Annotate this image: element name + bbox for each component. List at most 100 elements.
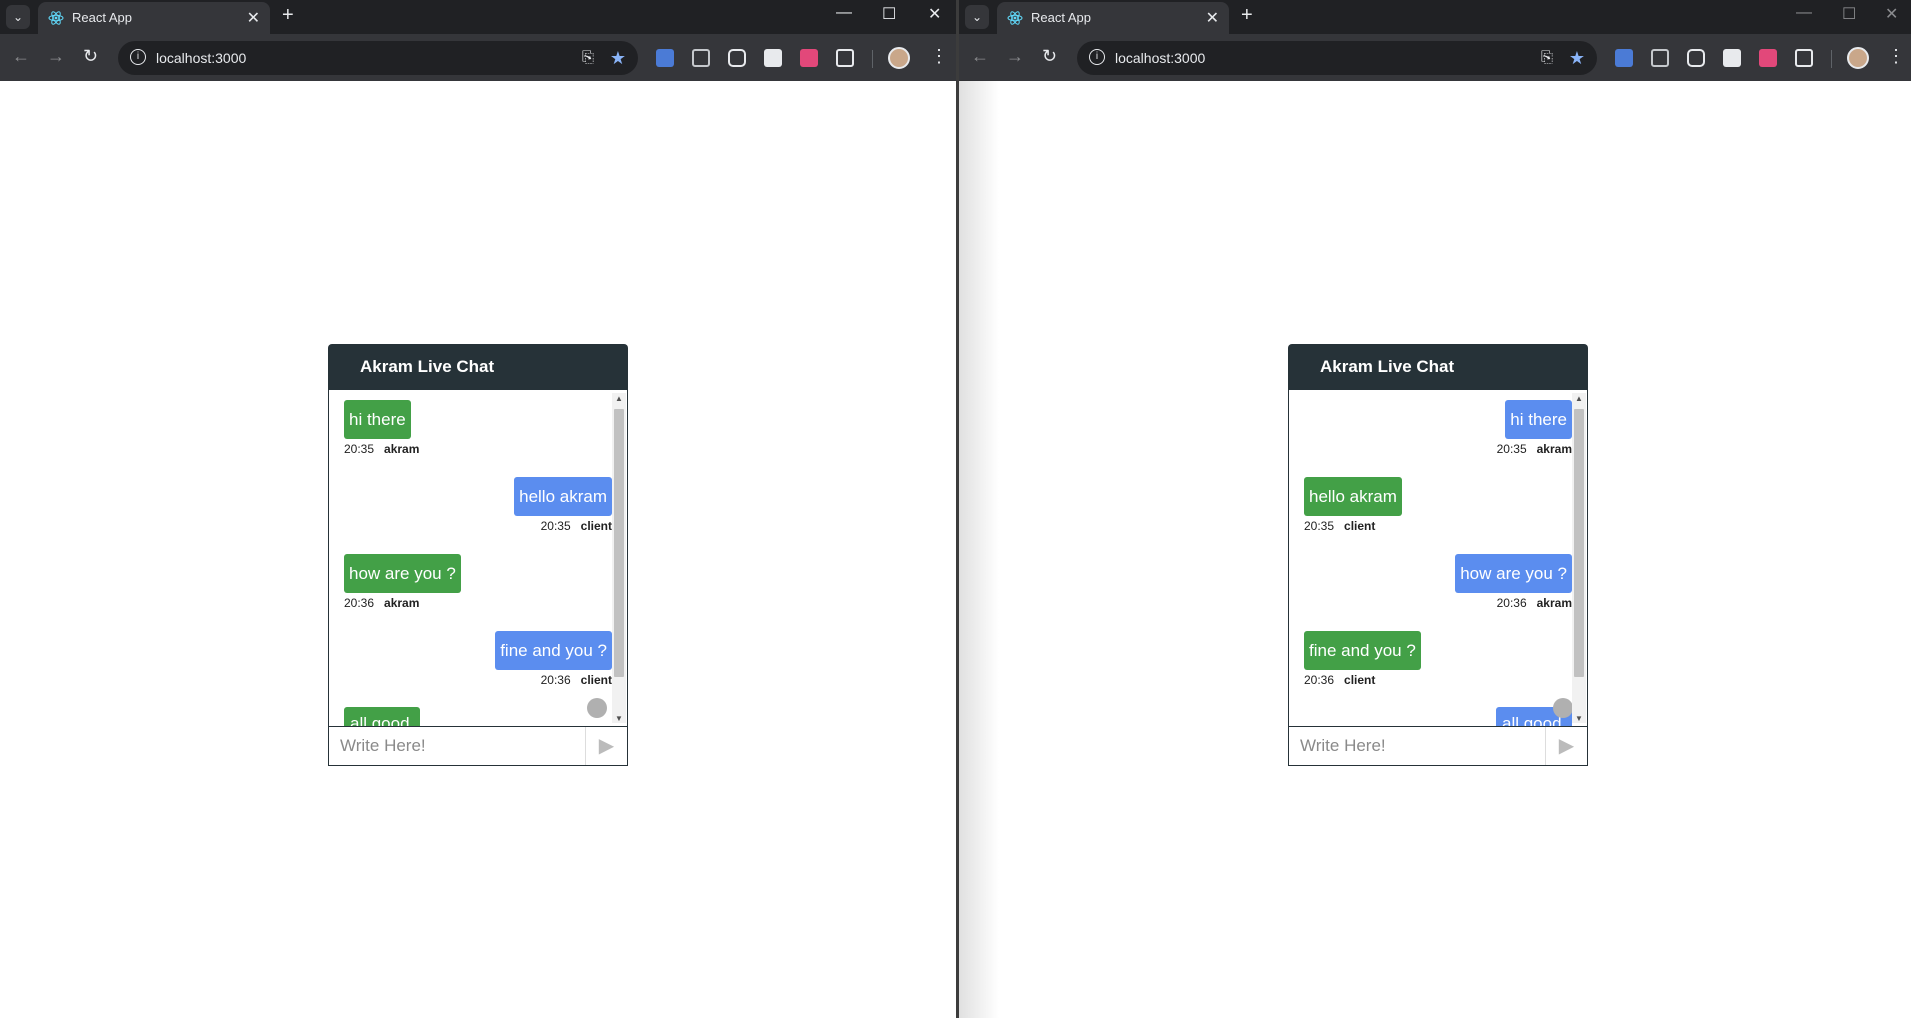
url-text[interactable]: localhost:3000 [156, 50, 246, 66]
message-meta: 20:35 client [514, 519, 612, 533]
message-bubble: fine and you ? [1304, 631, 1421, 670]
close-tab-icon[interactable]: ✕ [247, 8, 260, 28]
new-tab-plus-icon[interactable]: + [282, 4, 294, 27]
message-time: 20:36 [344, 596, 375, 610]
message-time: 20:35 [344, 442, 375, 456]
reader-extension-icon[interactable] [692, 49, 710, 67]
message-time: 20:36 [1304, 673, 1335, 687]
chat-input-bar: ▶ [1288, 726, 1588, 766]
browser-window-left: ⌄ React App ✕ + — ☐ ✕ ← → ↻ i localhost:… [0, 0, 958, 1018]
message-item: hello akram 20:35 client [514, 477, 612, 533]
screenshot-extension-icon[interactable] [764, 49, 782, 67]
translate-extension-icon[interactable] [656, 49, 674, 67]
react-icon [1007, 11, 1023, 25]
install-app-icon[interactable]: ⎘ [1541, 49, 1553, 66]
install-app-icon[interactable]: ⎘ [582, 49, 594, 66]
chat-widget: Akram Live Chat hi there 20:35 akram hell… [1288, 344, 1588, 766]
send-icon[interactable]: ▶ [1545, 727, 1587, 765]
maximize-icon[interactable]: ☐ [882, 4, 896, 24]
screenshot-extension-icon[interactable] [1723, 49, 1741, 67]
puzzle-icon[interactable] [1795, 49, 1813, 67]
message-bubble: how are you ? [344, 554, 461, 593]
profile-avatar[interactable] [888, 47, 910, 69]
browser-toolbar: ← → ↻ i localhost:3000 ⎘ ★ ⋮ [0, 34, 958, 81]
message-item: hi there 20:35 akram [344, 400, 419, 456]
browser-window-right: ⌄ React App ✕ + — ☐ ✕ ← → ↻ i localhost:… [959, 0, 1911, 1018]
tab-title: React App [1031, 10, 1091, 25]
address-bar[interactable]: i localhost:3000 ⎘ ★ [118, 41, 638, 75]
close-window-icon[interactable]: ✕ [1885, 4, 1898, 24]
minimize-icon[interactable]: — [1796, 4, 1812, 22]
close-window-icon[interactable]: ✕ [928, 4, 941, 24]
minimize-icon[interactable]: — [836, 4, 852, 22]
address-bar[interactable]: i localhost:3000 ⎘ ★ [1077, 41, 1597, 75]
message-sender: client [580, 519, 612, 533]
bookmark-star-icon[interactable]: ★ [610, 48, 626, 69]
browser-tab[interactable]: React App ✕ [997, 2, 1229, 34]
scroll-down-icon[interactable]: ▼ [1575, 714, 1583, 723]
message-item: how are you ? 20:36 akram [344, 554, 461, 610]
message-item: how are you ? 20:36 akram [1455, 554, 1572, 610]
message-meta: 20:35 client [1304, 519, 1402, 533]
close-tab-icon[interactable]: ✕ [1206, 8, 1219, 28]
glasses-extension-icon[interactable] [1687, 49, 1705, 67]
scroll-down-icon[interactable]: ▼ [615, 714, 623, 723]
scroll-up-icon[interactable]: ▲ [615, 394, 623, 403]
kebab-menu-icon[interactable]: ⋮ [930, 46, 948, 67]
message-input[interactable] [1289, 727, 1545, 765]
kebab-menu-icon[interactable]: ⋮ [1887, 46, 1905, 67]
reader-extension-icon[interactable] [1651, 49, 1669, 67]
desktop: ⌄ React App ✕ + — ☐ ✕ ← → ↻ i localhost:… [0, 0, 1911, 1018]
back-arrow-icon[interactable]: ← [12, 46, 30, 67]
glasses-extension-icon[interactable] [728, 49, 746, 67]
message-input[interactable] [329, 727, 585, 765]
message-item: fine and you ? 20:36 client [495, 631, 612, 687]
browser-tab[interactable]: React App ✕ [38, 2, 270, 34]
language-extension-icon[interactable] [1759, 49, 1777, 67]
message-bubble: hi there [344, 400, 411, 439]
forward-arrow-icon[interactable]: → [47, 46, 65, 67]
scroll-indicator-dot[interactable] [587, 698, 607, 718]
message-sender: client [580, 673, 612, 687]
chat-messages[interactable]: hi there 20:35 akram hello akram 20:35 cli… [1288, 389, 1588, 726]
scrollbar-thumb[interactable] [614, 409, 624, 677]
message-time: 20:35 [540, 519, 571, 533]
new-tab-plus-icon[interactable]: + [1241, 4, 1253, 27]
chat-widget: Akram Live Chat hi there 20:35 akram hell… [328, 344, 628, 766]
tab-list-chevron-down-icon[interactable]: ⌄ [965, 5, 989, 29]
message-bubble: hello akram [1304, 477, 1402, 516]
profile-avatar[interactable] [1847, 47, 1869, 69]
scrollbar-thumb[interactable] [1574, 409, 1584, 677]
site-info-icon[interactable]: i [130, 49, 146, 65]
message-item: hi there 20:35 akram [1497, 400, 1572, 456]
message-item: hello akram 20:35 client [1304, 477, 1402, 533]
reload-icon[interactable]: ↻ [1042, 46, 1057, 67]
react-icon [48, 11, 64, 25]
url-text[interactable]: localhost:3000 [1115, 50, 1205, 66]
tab-list-chevron-down-icon[interactable]: ⌄ [6, 5, 30, 29]
chat-header: Akram Live Chat [1288, 344, 1588, 389]
puzzle-icon[interactable] [836, 49, 854, 67]
message-time: 20:36 [1496, 596, 1527, 610]
bookmark-star-icon[interactable]: ★ [1569, 48, 1585, 69]
language-extension-icon[interactable] [800, 49, 818, 67]
reload-icon[interactable]: ↻ [83, 46, 98, 67]
chat-scrollbar[interactable]: ▲ ▼ [612, 393, 626, 723]
message-sender: akram [1536, 442, 1572, 456]
send-icon[interactable]: ▶ [585, 727, 627, 765]
chat-header: Akram Live Chat [328, 344, 628, 389]
translate-extension-icon[interactable] [1615, 49, 1633, 67]
message-meta: 20:36 akram [344, 596, 461, 610]
chat-messages[interactable]: hi there 20:35 akram hello akram 20:35 cli… [328, 389, 628, 726]
site-info-icon[interactable]: i [1089, 49, 1105, 65]
toolbar-separator [1831, 50, 1832, 68]
message-time: 20:35 [1304, 519, 1335, 533]
scroll-up-icon[interactable]: ▲ [1575, 394, 1583, 403]
back-arrow-icon[interactable]: ← [971, 46, 989, 67]
forward-arrow-icon[interactable]: → [1006, 46, 1024, 67]
maximize-icon[interactable]: ☐ [1842, 4, 1856, 24]
message-meta: 20:36 client [1304, 673, 1421, 687]
scroll-indicator-dot[interactable] [1553, 698, 1573, 718]
chat-scrollbar[interactable]: ▲ ▼ [1572, 393, 1586, 723]
message-meta: 20:36 akram [1455, 596, 1572, 610]
